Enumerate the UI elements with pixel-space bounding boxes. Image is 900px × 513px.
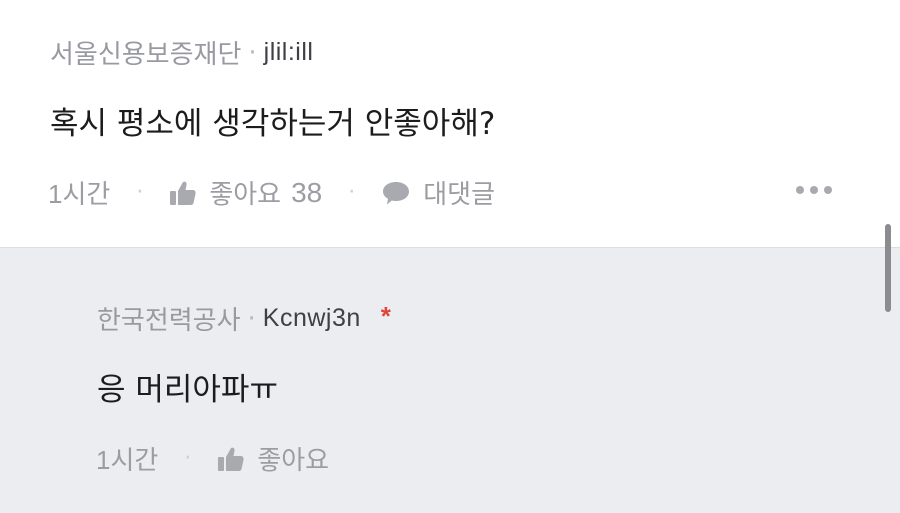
reply-label: 대댓글	[423, 180, 495, 210]
more-button[interactable]	[796, 186, 832, 194]
comment-actions: 1시간 · 좋아요 38 · 대댓글	[48, 174, 495, 211]
reply-text: 응 머리아파ㅠ	[97, 372, 278, 408]
like-label: 좋아요	[257, 446, 330, 476]
reply-company: 한국전력공사	[97, 306, 241, 336]
reply-actions: 1시간 · 좋아요	[96, 440, 329, 477]
comment-text: 혹시 평소에 생각하는거 안좋아해?	[50, 106, 496, 142]
reply-nickname[interactable]: Kcnwj3n	[263, 304, 361, 333]
like-button[interactable]: 좋아요 38	[169, 174, 322, 211]
action-separator: ·	[136, 180, 144, 205]
meta-separator: ·	[248, 37, 257, 68]
like-count: 38	[291, 176, 323, 208]
meta-separator: ·	[247, 303, 256, 334]
reply-time: 1시간	[96, 445, 159, 475]
speech-bubble-icon	[383, 181, 410, 204]
like-label: 좋아요	[209, 180, 282, 210]
action-separator: ·	[184, 446, 192, 471]
comment-time: 1시간	[48, 179, 111, 209]
more-horizontal-icon	[796, 186, 804, 194]
thumbs-up-icon	[218, 447, 244, 471]
reply-like-button[interactable]: 좋아요	[217, 440, 329, 477]
action-separator: ·	[348, 180, 356, 205]
more-dot	[824, 186, 832, 194]
comment-card: 서울신용보증재단 · jlil:ill 혹시 평소에 생각하는거 안좋아해? 1…	[0, 0, 900, 247]
reply-button[interactable]: 대댓글	[381, 174, 495, 211]
more-dot	[810, 186, 818, 194]
comment-company: 서울신용보증재단	[50, 40, 242, 70]
comment-nickname[interactable]: jlil:ill	[264, 38, 314, 67]
scrollbar[interactable]	[885, 224, 891, 312]
reply-meta: 한국전력공사 · Kcnwj3n *	[97, 300, 391, 337]
reply-card: 한국전력공사 · Kcnwj3n * 응 머리아파ㅠ 1시간 · 좋아요	[0, 247, 900, 513]
author-mark: *	[380, 301, 391, 331]
comment-meta: 서울신용보증재단 · jlil:ill	[50, 34, 313, 71]
thumbs-up-icon	[170, 181, 196, 205]
